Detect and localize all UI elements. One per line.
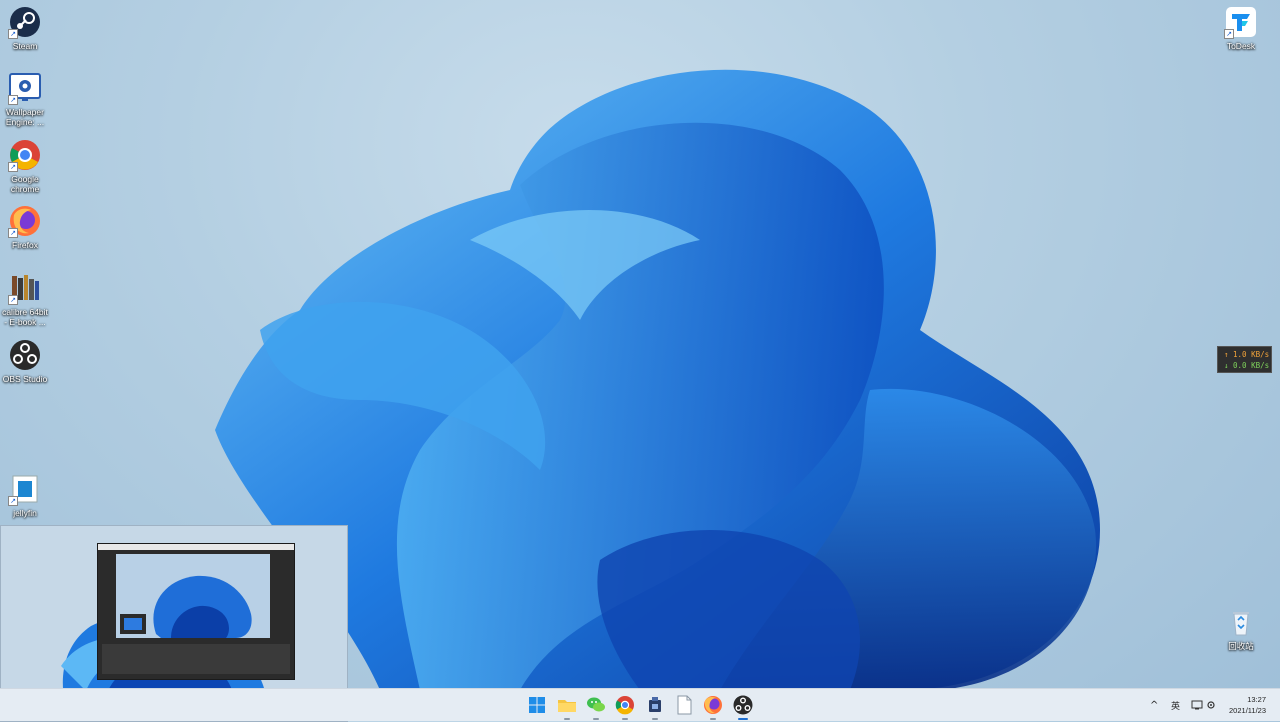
- chrome-icon: [615, 696, 634, 715]
- wechat-icon: [587, 697, 605, 712]
- desktop-icon-firefox[interactable]: ↗ Firefox: [0, 205, 50, 250]
- desktop-icon-label: Google chrome: [10, 174, 40, 194]
- preview-canvas: [116, 554, 270, 638]
- desktop-icon-label: ToDesk: [1226, 41, 1256, 51]
- desktop-icon-label: Wallpaper Engine: ...: [5, 107, 45, 127]
- obs-icon: [9, 339, 41, 371]
- preview-titlebar: [98, 544, 294, 550]
- recycle-bin-icon: [1225, 606, 1257, 638]
- taskbar-chrome[interactable]: [614, 694, 636, 720]
- desktop-icon-label: Firefox: [12, 240, 38, 250]
- upload-speed: ↑ 1.0 KB/s: [1224, 350, 1270, 359]
- clock-date: 2021/11/23: [1229, 706, 1266, 715]
- desktop-icon-todesk[interactable]: ↗ ToDesk: [1216, 6, 1266, 51]
- todesk-icon: ↗: [1224, 6, 1257, 39]
- windows-start-icon: [529, 697, 545, 713]
- desktop-icon-calibre[interactable]: ↗ calibre 64bit - E-book ...: [0, 272, 50, 327]
- desktop-icon-label: calibre 64bit - E-book ...: [2, 307, 48, 327]
- firefox-icon: ↗: [8, 205, 41, 238]
- monitor-icon: [1191, 700, 1203, 710]
- chevron-up-icon: ^: [1150, 699, 1159, 711]
- desktop-icon-steam[interactable]: ↗ Steam: [0, 6, 50, 51]
- gear-icon: [1207, 701, 1215, 709]
- taskbar-notepad[interactable]: [673, 694, 695, 716]
- wallpaper-engine-icon: ↗: [8, 72, 41, 105]
- taskbar-firefox[interactable]: [702, 694, 724, 720]
- tray-display-icon-button[interactable]: [1191, 689, 1203, 721]
- jellyfin-icon: ↗: [8, 473, 41, 506]
- calibre-icon: ↗: [8, 272, 41, 305]
- ime-label: 英: [1171, 701, 1181, 712]
- preview-controls: [102, 644, 290, 674]
- desktop-icon-chrome[interactable]: ↗ Google chrome: [0, 139, 50, 194]
- desktop-icon-label: Steam: [12, 41, 38, 51]
- tray-clock[interactable]: 13:27 2021/11/23: [1229, 694, 1266, 716]
- network-speed-monitor[interactable]: ↑ 1.0 KB/s ↓ 0.0 KB/s: [1217, 346, 1272, 373]
- desktop-icon-jellyfin[interactable]: ↗ jellyfin: [0, 473, 50, 518]
- desktop-icon-wallpaper-engine[interactable]: ↗ Wallpaper Engine: ...: [0, 72, 50, 127]
- desktop-icon-label: 回收站: [1228, 641, 1254, 651]
- desktop-icon-label: jellyfin: [13, 508, 37, 518]
- clock-time: 13:27: [1247, 695, 1266, 704]
- folder-icon: [558, 700, 576, 712]
- taskbar-obs[interactable]: [732, 694, 754, 720]
- taskbar-wechat[interactable]: [585, 694, 607, 720]
- taskbar-start-button[interactable]: [526, 694, 548, 716]
- preview-obs-window: [97, 543, 295, 680]
- chrome-icon: ↗: [8, 139, 41, 172]
- desktop-icon-recycle-bin[interactable]: 回收站: [1216, 606, 1266, 651]
- document-icon: [677, 695, 692, 715]
- desktop-icon-obs[interactable]: OBS Studio: [0, 339, 50, 384]
- firefox-icon: [704, 696, 722, 714]
- taskbar: ^ 英 13:27 2021/11/23: [0, 688, 1280, 721]
- desktop-icon-label: OBS Studio: [2, 374, 48, 384]
- tray-overflow-button[interactable]: ^: [1150, 689, 1158, 721]
- tray-ime-indicator[interactable]: 英: [1171, 689, 1180, 721]
- download-speed: ↓ 0.0 KB/s: [1224, 361, 1270, 370]
- taskbar-app[interactable]: [644, 694, 666, 720]
- tray-settings-button[interactable]: [1206, 689, 1216, 721]
- obs-icon: [733, 695, 753, 715]
- app-icon: [649, 697, 661, 712]
- steam-icon: ↗: [8, 6, 41, 39]
- taskbar-file-explorer[interactable]: [556, 694, 578, 720]
